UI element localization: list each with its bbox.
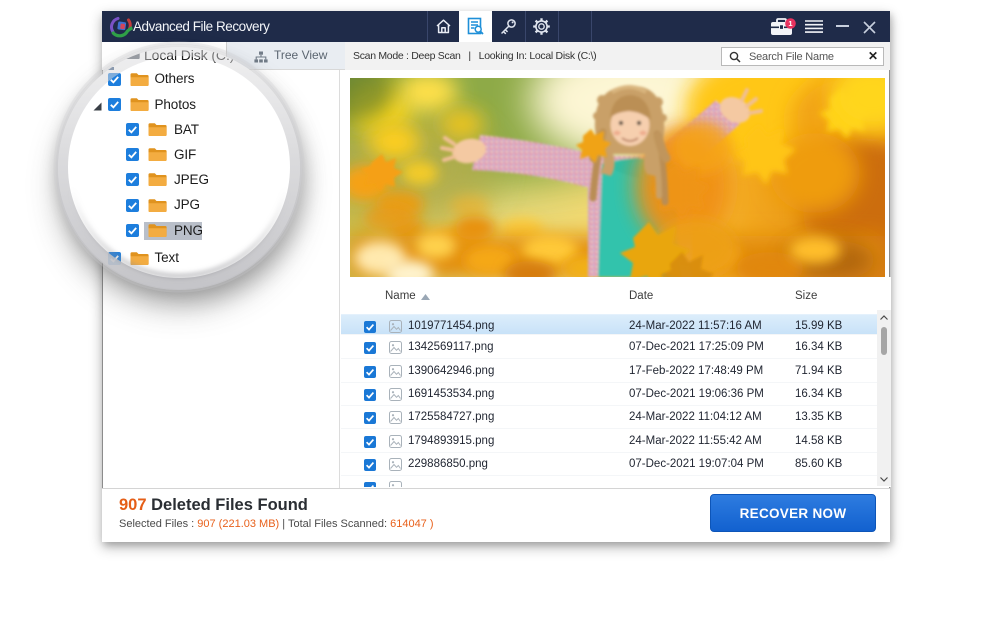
svg-text:1: 1 xyxy=(788,19,792,28)
